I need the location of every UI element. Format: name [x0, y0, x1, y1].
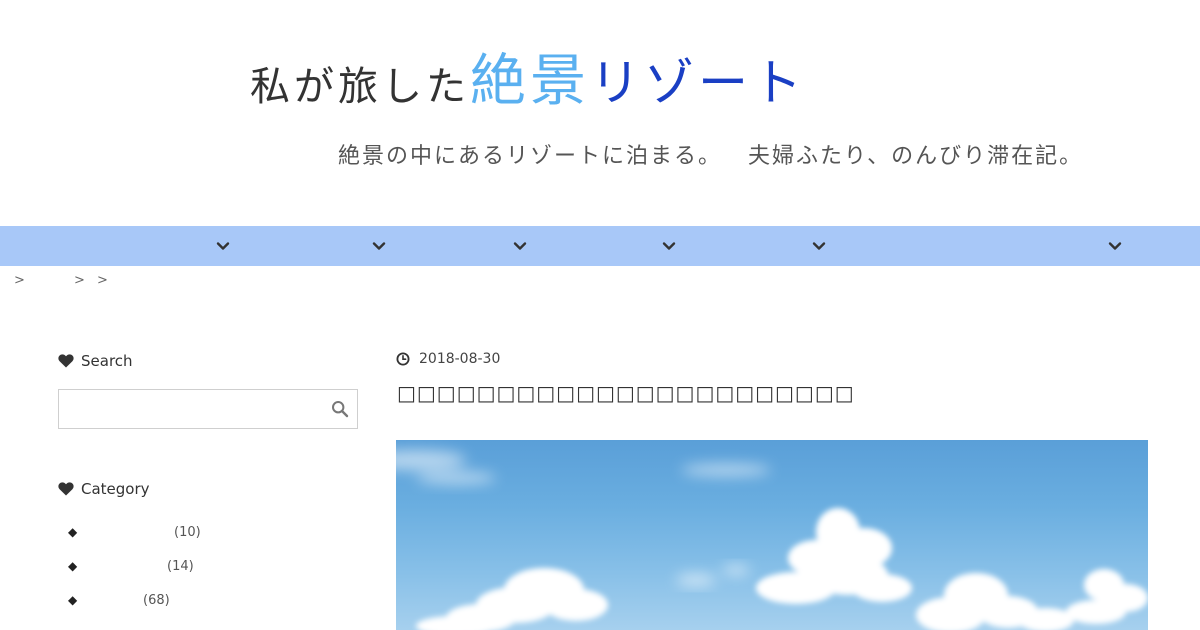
breadcrumb-separator: >	[74, 273, 85, 288]
tagline-part2: 夫婦ふたり、のんびり滞在記。	[748, 144, 1084, 169]
site-tagline: 絶景の中にあるリゾートに泊まる。 夫婦ふたり、のんびり滞在記。	[338, 138, 1083, 170]
search-icon[interactable]	[331, 400, 349, 418]
category-heading-label: Category	[81, 480, 150, 498]
post-date-text: 2018-08-30	[419, 351, 501, 367]
heart-icon	[58, 482, 74, 496]
category-count: (68)	[143, 593, 170, 608]
logo-text-part3: リゾート	[590, 54, 806, 112]
breadcrumb-separator: >	[14, 273, 25, 288]
chevron-down-icon[interactable]	[216, 239, 230, 253]
chevron-down-icon[interactable]	[812, 239, 826, 253]
search-heading: Search	[58, 352, 133, 370]
post-date: 2018-08-30	[396, 351, 500, 367]
site-logo[interactable]: 私が旅した絶景リゾート	[250, 36, 806, 117]
post-title[interactable]: □□□□□□□□□□□□□□□□□□□□□□□	[397, 381, 855, 405]
heart-icon	[58, 354, 74, 368]
category-item[interactable]: ◆ (14)	[68, 559, 208, 579]
category-item[interactable]: ◆ (68)	[68, 593, 208, 613]
chevron-down-icon[interactable]	[513, 239, 527, 253]
chevron-down-icon[interactable]	[1108, 239, 1122, 253]
category-count: (10)	[174, 525, 201, 540]
clock-icon	[396, 352, 410, 366]
category-heading: Category	[58, 480, 150, 498]
post-featured-image[interactable]	[396, 440, 1148, 630]
category-count: (14)	[167, 559, 194, 574]
search-heading-label: Search	[81, 352, 133, 370]
chevron-down-icon[interactable]	[372, 239, 386, 253]
breadcrumb-separator: >	[97, 273, 108, 288]
sky-clouds-image	[396, 450, 1148, 630]
main-nav	[0, 226, 1200, 266]
diamond-bullet-icon: ◆	[68, 525, 78, 539]
logo-text-part1: 私が旅した	[250, 64, 470, 110]
diamond-bullet-icon: ◆	[68, 593, 78, 607]
search-box	[58, 389, 358, 429]
diamond-bullet-icon: ◆	[68, 559, 78, 573]
site-header: 私が旅した絶景リゾート 絶景の中にあるリゾートに泊まる。 夫婦ふたり、のんびり滞在…	[0, 0, 1200, 226]
chevron-down-icon[interactable]	[662, 239, 676, 253]
logo-text-part2: 絶景	[470, 49, 590, 114]
category-item[interactable]: ◆ (10)	[68, 525, 208, 545]
tagline-part1: 絶景の中にあるリゾートに泊まる。	[338, 144, 723, 169]
search-input[interactable]	[59, 390, 339, 426]
